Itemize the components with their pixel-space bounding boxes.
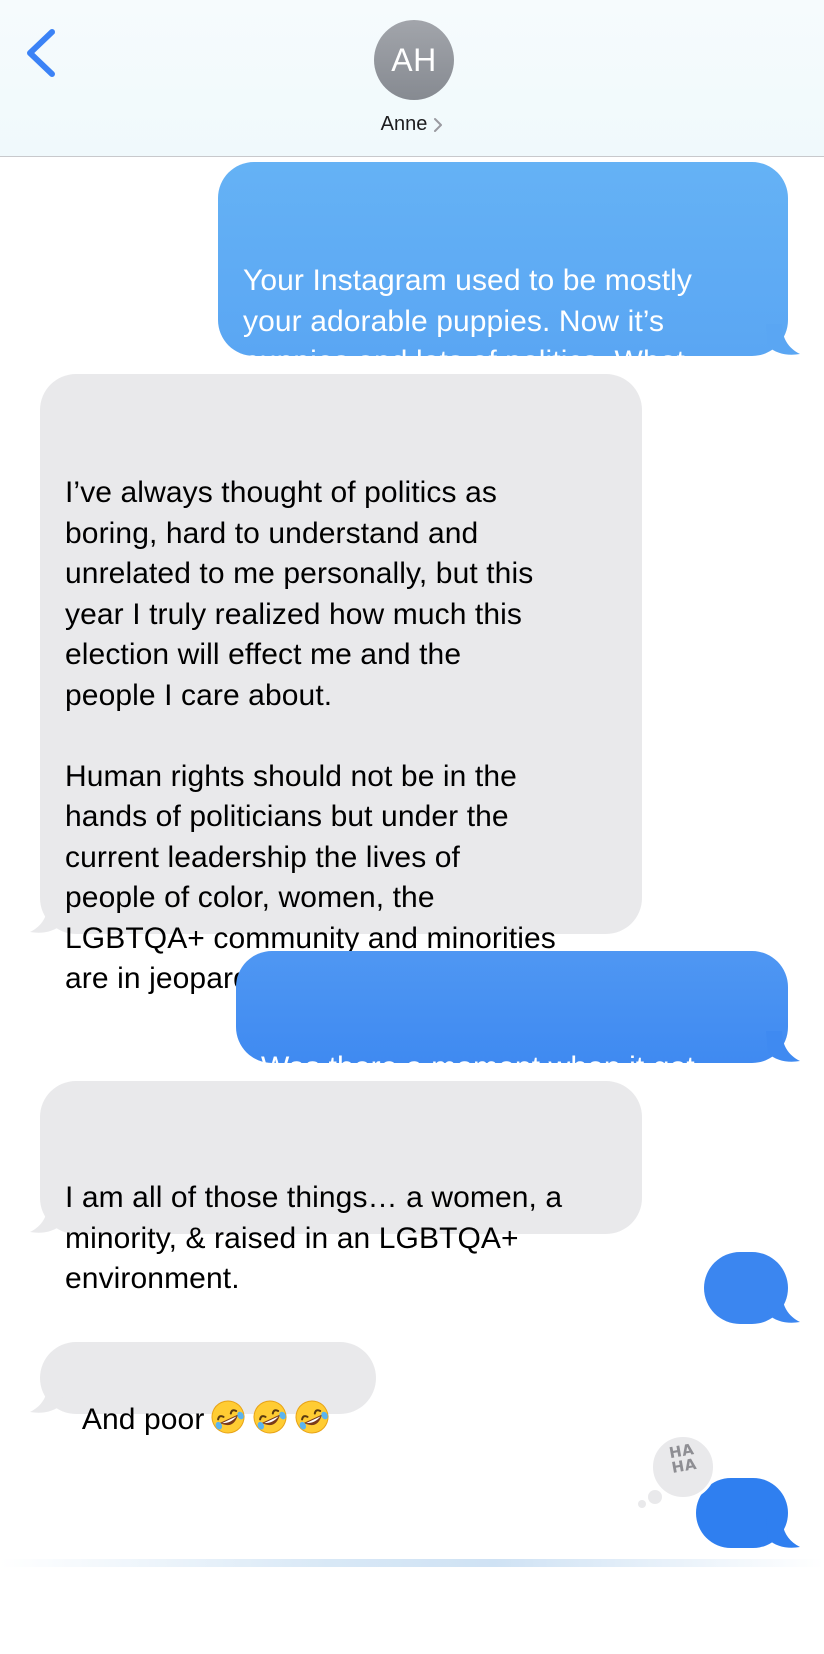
- bubble-tail: [766, 1517, 800, 1548]
- rolling-laughing-emoji-icon: [253, 1400, 287, 1433]
- message-text: Lol: [721, 1576, 763, 1609]
- contact-name: Anne: [380, 112, 428, 135]
- chevron-left-icon: [27, 29, 55, 77]
- conversation-header: AH Anne: [0, 0, 824, 157]
- message-bubble-received[interactable]: I am all of those things… a women, a min…: [40, 1081, 642, 1295]
- bubble-tail: [30, 1382, 64, 1413]
- message-bubble-sent[interactable]: Was there a moment when it got personal?: [236, 951, 788, 1125]
- message-bubble-sent[interactable]: Your Instagram used to be mostly your ad…: [218, 162, 788, 419]
- bubble-tail: [766, 1031, 800, 1062]
- keyboard-edge: [0, 1559, 824, 1567]
- bubble-tail: [30, 1202, 64, 1233]
- message-bubble-received[interactable]: And poor: [40, 1342, 376, 1436]
- avatar-initials: AH: [391, 41, 437, 78]
- rolling-laughing-emoji-icon: [295, 1400, 329, 1433]
- message-text: I’ve always thought of politics as borin…: [65, 476, 556, 995]
- bubble-tail: [766, 324, 800, 355]
- message-text: And poor: [81, 1402, 205, 1436]
- message-text: !!!: [733, 1352, 759, 1385]
- tapback-tail-dot: [638, 1500, 646, 1508]
- haha-tapback-badge[interactable]: HA HA: [638, 1434, 718, 1508]
- rolling-laughing-emoji-icon: [211, 1400, 245, 1433]
- back-button[interactable]: [18, 24, 66, 80]
- bubble-tail: [766, 1292, 800, 1323]
- bubble-tail: [30, 902, 64, 933]
- contact-details-link[interactable]: Anne: [0, 111, 824, 137]
- avatar[interactable]: AH: [374, 20, 454, 100]
- message-text: I am all of those things… a women, a min…: [65, 1181, 563, 1295]
- message-bubble-received[interactable]: I’ve always thought of politics as borin…: [40, 374, 642, 995]
- chevron-right-icon: [434, 118, 443, 132]
